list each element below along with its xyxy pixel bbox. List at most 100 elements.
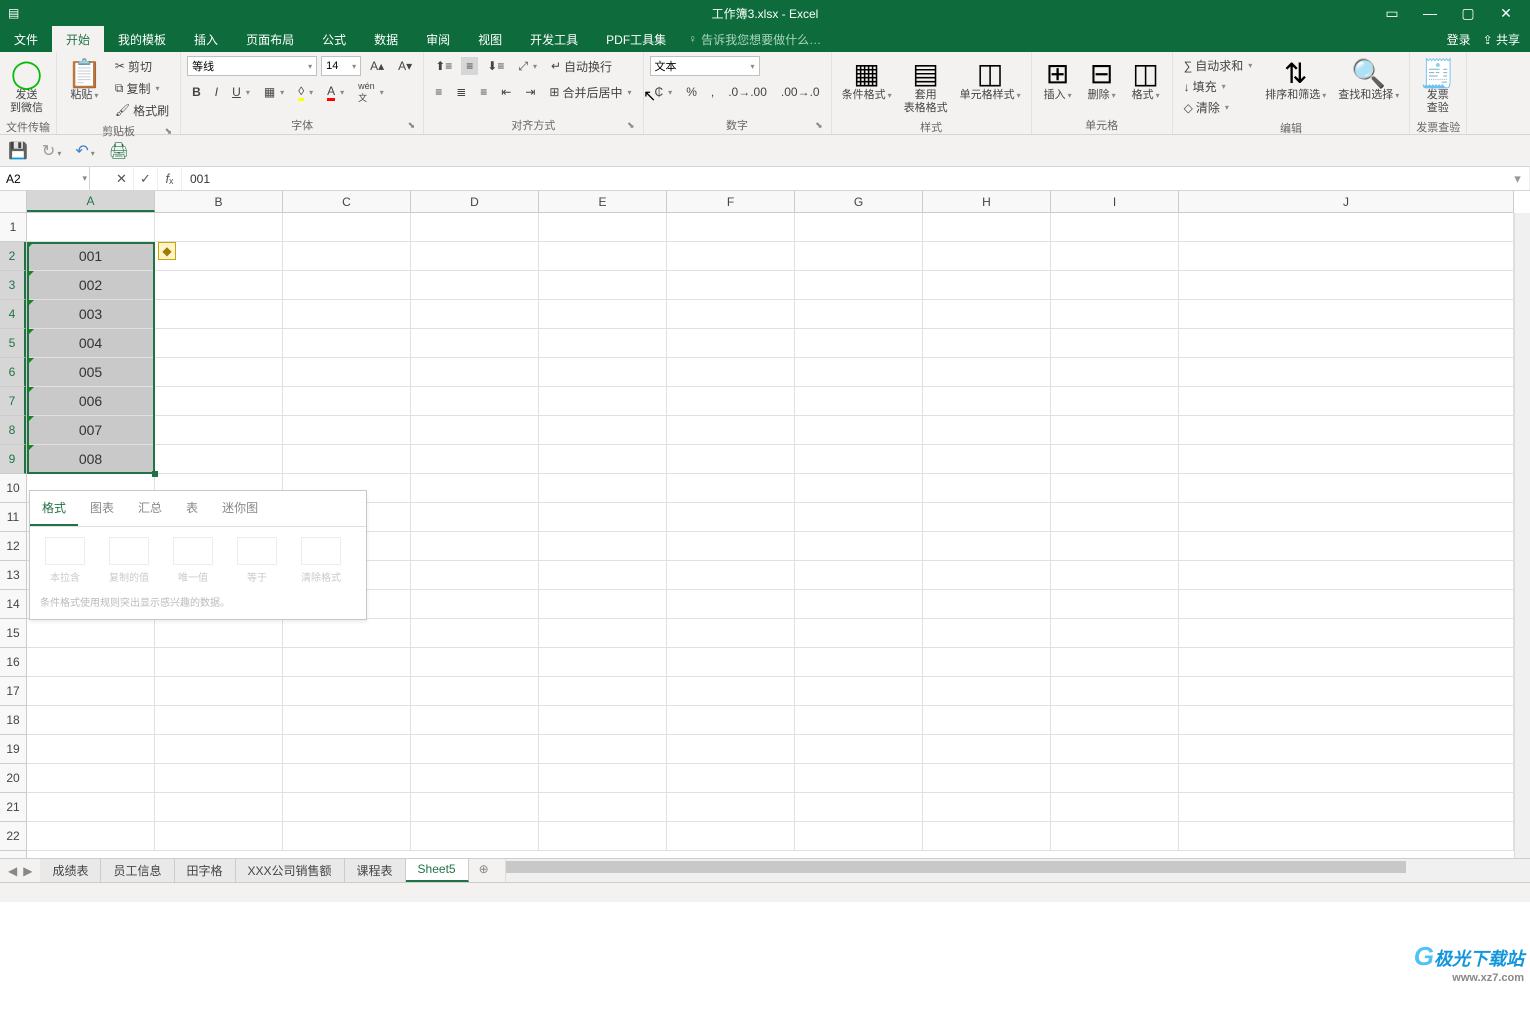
cell-H22[interactable] [923,822,1051,851]
row-header-16[interactable]: 16 [0,648,26,677]
cell-F10[interactable] [667,474,795,503]
sheet-tab-Sheet5[interactable]: Sheet5 [406,859,469,882]
cell-D16[interactable] [411,648,539,677]
cell-A1[interactable] [27,213,155,242]
row-header-21[interactable]: 21 [0,793,26,822]
column-header-B[interactable]: B [155,191,283,212]
share-button[interactable]: ⇪ 共享 [1483,31,1520,48]
row-header-2[interactable]: 2 [0,242,26,271]
cell-E9[interactable] [539,445,667,474]
phonetic-button[interactable]: wén文▾ [353,79,389,106]
cell-H8[interactable] [923,416,1051,445]
orientation-button[interactable]: ⤢▾ [513,57,542,76]
row-header-3[interactable]: 3 [0,271,26,300]
qa-item[interactable]: 本拉含 [38,537,92,584]
dialog-launcher-icon[interactable]: ⬊ [815,120,823,131]
cell-B19[interactable] [155,735,283,764]
sheet-nav-next[interactable]: ▶ [23,864,32,878]
cell-H13[interactable] [923,561,1051,590]
cell-F2[interactable] [667,242,795,271]
qa-item[interactable]: 清除格式 [294,537,348,584]
cell-J4[interactable] [1179,300,1514,329]
qa-tab-spark[interactable]: 迷你图 [210,491,270,526]
cell-A4[interactable]: 003 [27,300,155,329]
cell-D9[interactable] [411,445,539,474]
row-header-5[interactable]: 5 [0,329,26,358]
cell-J22[interactable] [1179,822,1514,851]
cell-E12[interactable] [539,532,667,561]
cell-E6[interactable] [539,358,667,387]
name-box[interactable]: A2 ▾ [0,167,90,190]
cell-G13[interactable] [795,561,923,590]
cell-D21[interactable] [411,793,539,822]
decrease-indent-button[interactable]: ⇤ [496,83,516,101]
cell-B18[interactable] [155,706,283,735]
cell-G10[interactable] [795,474,923,503]
tab-pagelayout[interactable]: 页面布局 [232,26,308,52]
percent-format-button[interactable]: % [681,83,702,101]
undo-button[interactable]: ↶▾ [75,141,94,161]
cell-E20[interactable] [539,764,667,793]
qa-tab-table[interactable]: 表 [174,491,210,526]
cell-G8[interactable] [795,416,923,445]
cell-J11[interactable] [1179,503,1514,532]
cell-A15[interactable] [27,619,155,648]
row-header-15[interactable]: 15 [0,619,26,648]
merge-center-button[interactable]: ⊞ 合并后居中▾ [544,82,636,103]
sheet-nav-prev[interactable]: ◀ [8,864,17,878]
format-painter-button[interactable]: 🖌 格式刷 [110,100,174,121]
cell-D6[interactable] [411,358,539,387]
bold-button[interactable]: B [187,83,206,101]
cell-E14[interactable] [539,590,667,619]
cell-I22[interactable] [1051,822,1179,851]
sheet-tab-田字格[interactable]: 田字格 [175,859,236,882]
cell-A21[interactable] [27,793,155,822]
row-header-13[interactable]: 13 [0,561,26,590]
cell-G19[interactable] [795,735,923,764]
align-left-button[interactable]: ≡ [430,83,447,101]
cell-G11[interactable] [795,503,923,532]
cell-H9[interactable] [923,445,1051,474]
cell-C3[interactable] [283,271,411,300]
cell-C17[interactable] [283,677,411,706]
column-header-C[interactable]: C [283,191,411,212]
cell-E15[interactable] [539,619,667,648]
cell-A2[interactable]: 001 [27,242,155,271]
row-header-19[interactable]: 19 [0,735,26,764]
sheet-tab-课程表[interactable]: 课程表 [345,859,406,882]
qa-item[interactable]: 复制的值 [102,537,156,584]
cell-B3[interactable] [155,271,283,300]
cell-G2[interactable] [795,242,923,271]
insert-cells-button[interactable]: ⊞插入▾ [1038,55,1078,104]
formula-input[interactable]: 001 [182,167,1506,190]
cell-F19[interactable] [667,735,795,764]
cell-J10[interactable] [1179,474,1514,503]
cell-A19[interactable] [27,735,155,764]
font-size-combo[interactable]: 14▾ [321,56,361,76]
align-center-button[interactable]: ≣ [451,83,471,101]
border-button[interactable]: ▦▾ [259,83,289,101]
cell-F13[interactable] [667,561,795,590]
cell-J21[interactable] [1179,793,1514,822]
cell-G18[interactable] [795,706,923,735]
cell-E17[interactable] [539,677,667,706]
cell-I19[interactable] [1051,735,1179,764]
cell-G5[interactable] [795,329,923,358]
cell-C6[interactable] [283,358,411,387]
cell-C20[interactable] [283,764,411,793]
cell-I10[interactable] [1051,474,1179,503]
cell-I9[interactable] [1051,445,1179,474]
cell-B1[interactable] [155,213,283,242]
cell-J16[interactable] [1179,648,1514,677]
cell-A17[interactable] [27,677,155,706]
dialog-launcher-icon[interactable]: ⬊ [165,126,173,137]
cell-H1[interactable] [923,213,1051,242]
cell-H5[interactable] [923,329,1051,358]
tab-home[interactable]: 开始 [52,26,104,52]
invoice-check-button[interactable]: 🧾发票 查验 [1416,55,1459,117]
cell-I5[interactable] [1051,329,1179,358]
cell-F17[interactable] [667,677,795,706]
column-header-D[interactable]: D [411,191,539,212]
cell-F3[interactable] [667,271,795,300]
tab-file[interactable]: 文件 [0,26,52,52]
